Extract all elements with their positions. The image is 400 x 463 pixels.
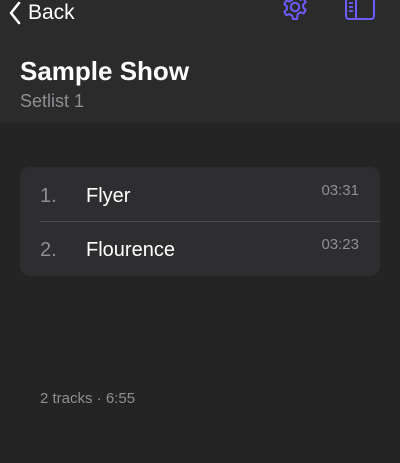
setlist-summary: 2 tracks · 6:55	[40, 390, 136, 407]
track-duration: 03:31	[321, 182, 359, 199]
page-title: Sample Show	[20, 56, 190, 86]
page-subtitle: Setlist 1	[20, 91, 85, 111]
chevron-left-icon	[8, 1, 22, 25]
track-name: Flourence	[86, 239, 175, 261]
back-button[interactable]: Back	[8, 0, 75, 26]
gear-icon	[280, 0, 310, 27]
back-button-label: Back	[28, 1, 75, 24]
navigation-header: Back Sample Show Setlist 1	[0, 0, 400, 123]
track-number: 2.	[40, 239, 57, 261]
track-duration: 03:23	[321, 236, 359, 253]
track-list: 1. Flyer 03:31 2. Flourence 03:23	[20, 167, 380, 276]
settings-button[interactable]	[278, 0, 312, 26]
track-row[interactable]: 1. Flyer 03:31	[20, 167, 380, 222]
sidebar-icon	[344, 0, 376, 27]
track-number: 1.	[40, 185, 57, 207]
track-row[interactable]: 2. Flourence 03:23	[20, 221, 380, 276]
track-name: Flyer	[86, 185, 131, 207]
sidebar-toggle-button[interactable]	[343, 0, 377, 26]
